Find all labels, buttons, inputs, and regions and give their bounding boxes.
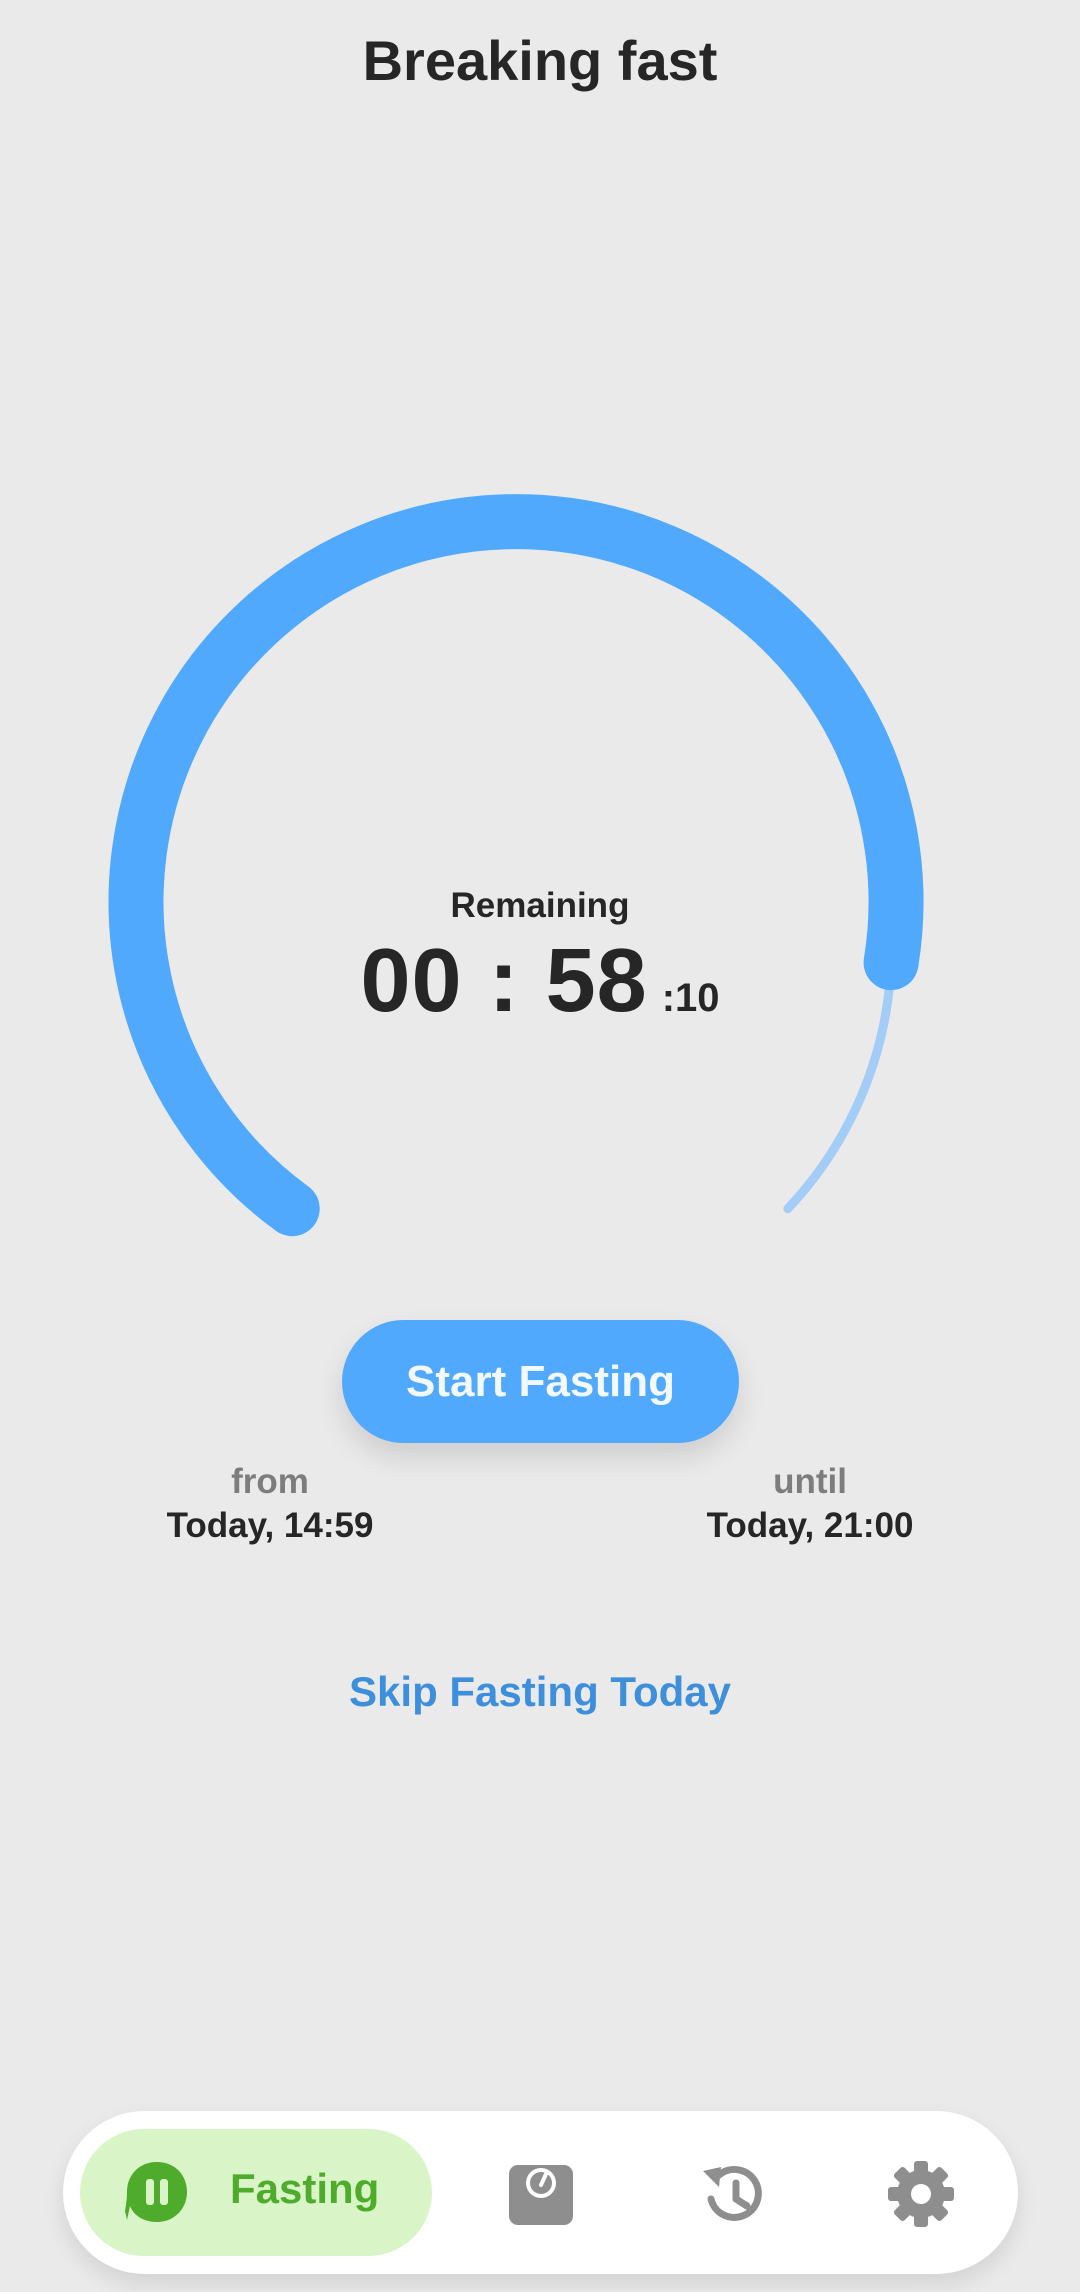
history-icon bbox=[703, 2165, 762, 2221]
remaining-label: Remaining bbox=[450, 886, 630, 925]
fasting-progress-ring bbox=[108, 494, 924, 1237]
skip-fasting-link[interactable]: Skip Fasting Today bbox=[0, 1668, 1080, 1716]
gear-icon bbox=[888, 2161, 954, 2227]
countdown-seconds: :10 bbox=[661, 976, 720, 1020]
countdown-display: 00 : 58 :10 bbox=[0, 930, 1080, 1033]
bottom-navigation: Fasting bbox=[63, 2111, 1018, 2274]
weight-scale-icon bbox=[509, 2165, 573, 2225]
start-fasting-button[interactable]: Start Fasting bbox=[342, 1320, 739, 1443]
from-label: from bbox=[231, 1462, 309, 1501]
fasting-pause-icon bbox=[125, 2162, 187, 2222]
nav-item-fasting[interactable]: Fasting bbox=[80, 2129, 432, 2256]
nav-item-fasting-label: Fasting bbox=[230, 2165, 380, 2212]
nav-item-weight[interactable] bbox=[506, 2159, 576, 2229]
countdown-hours-minutes: 00 : 58 bbox=[360, 931, 648, 1031]
nav-item-history[interactable] bbox=[697, 2159, 767, 2229]
from-value: Today, 14:59 bbox=[166, 1506, 374, 1545]
nav-item-settings[interactable] bbox=[886, 2159, 956, 2229]
until-label: until bbox=[773, 1462, 847, 1501]
until-time[interactable]: until Today, 21:00 bbox=[660, 1462, 960, 1546]
until-value: Today, 21:00 bbox=[706, 1506, 914, 1545]
from-time[interactable]: from Today, 14:59 bbox=[120, 1462, 420, 1546]
progress-ring-fill bbox=[108, 494, 924, 1237]
